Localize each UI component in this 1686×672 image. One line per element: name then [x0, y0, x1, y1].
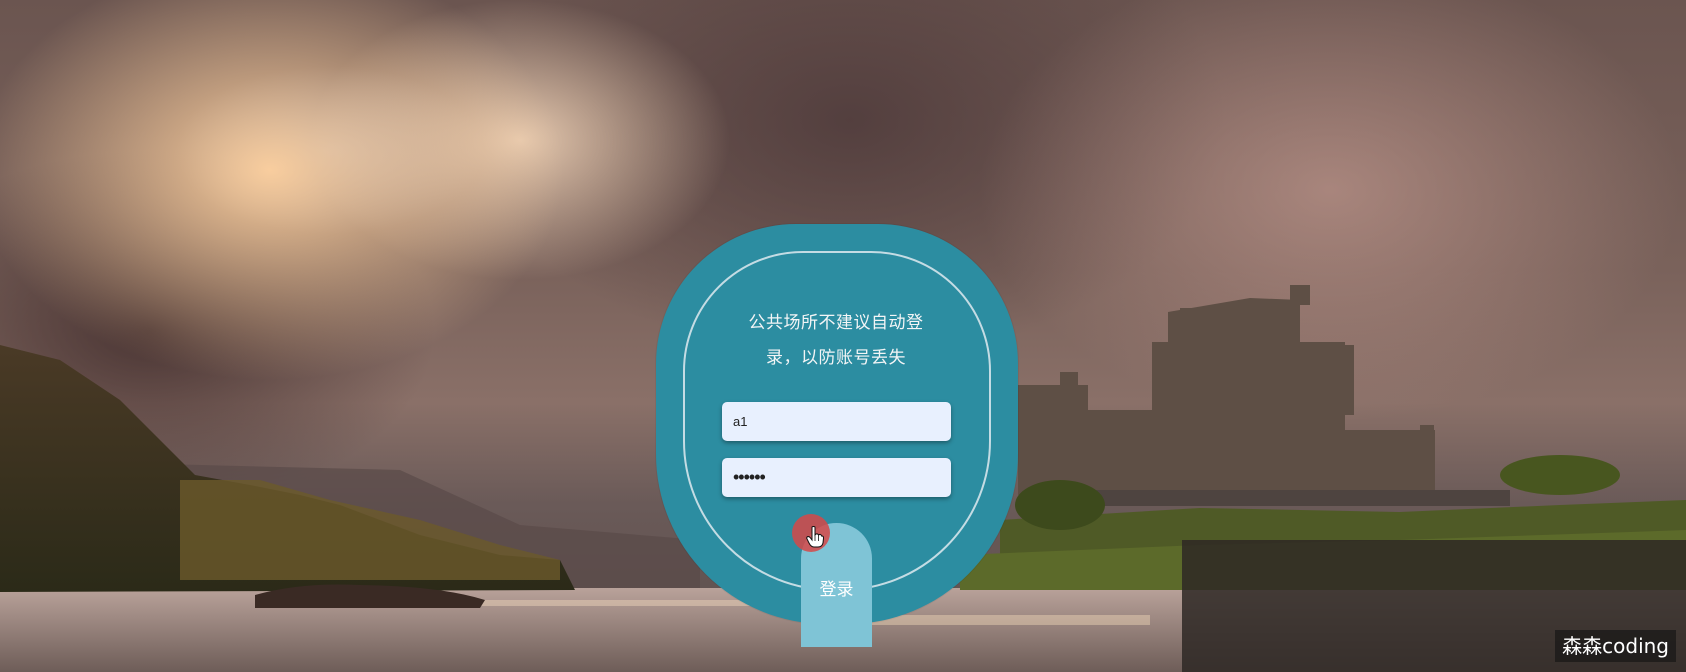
- hand-pointer-icon: [806, 526, 824, 548]
- password-input[interactable]: ••••••: [722, 458, 951, 497]
- auto-login-hint: 公共场所不建议自动登录，以防账号丢失: [748, 313, 924, 368]
- username-input[interactable]: a1: [722, 402, 951, 441]
- watermark-label: 森森coding: [1555, 630, 1676, 662]
- mouse-cursor: [792, 514, 832, 554]
